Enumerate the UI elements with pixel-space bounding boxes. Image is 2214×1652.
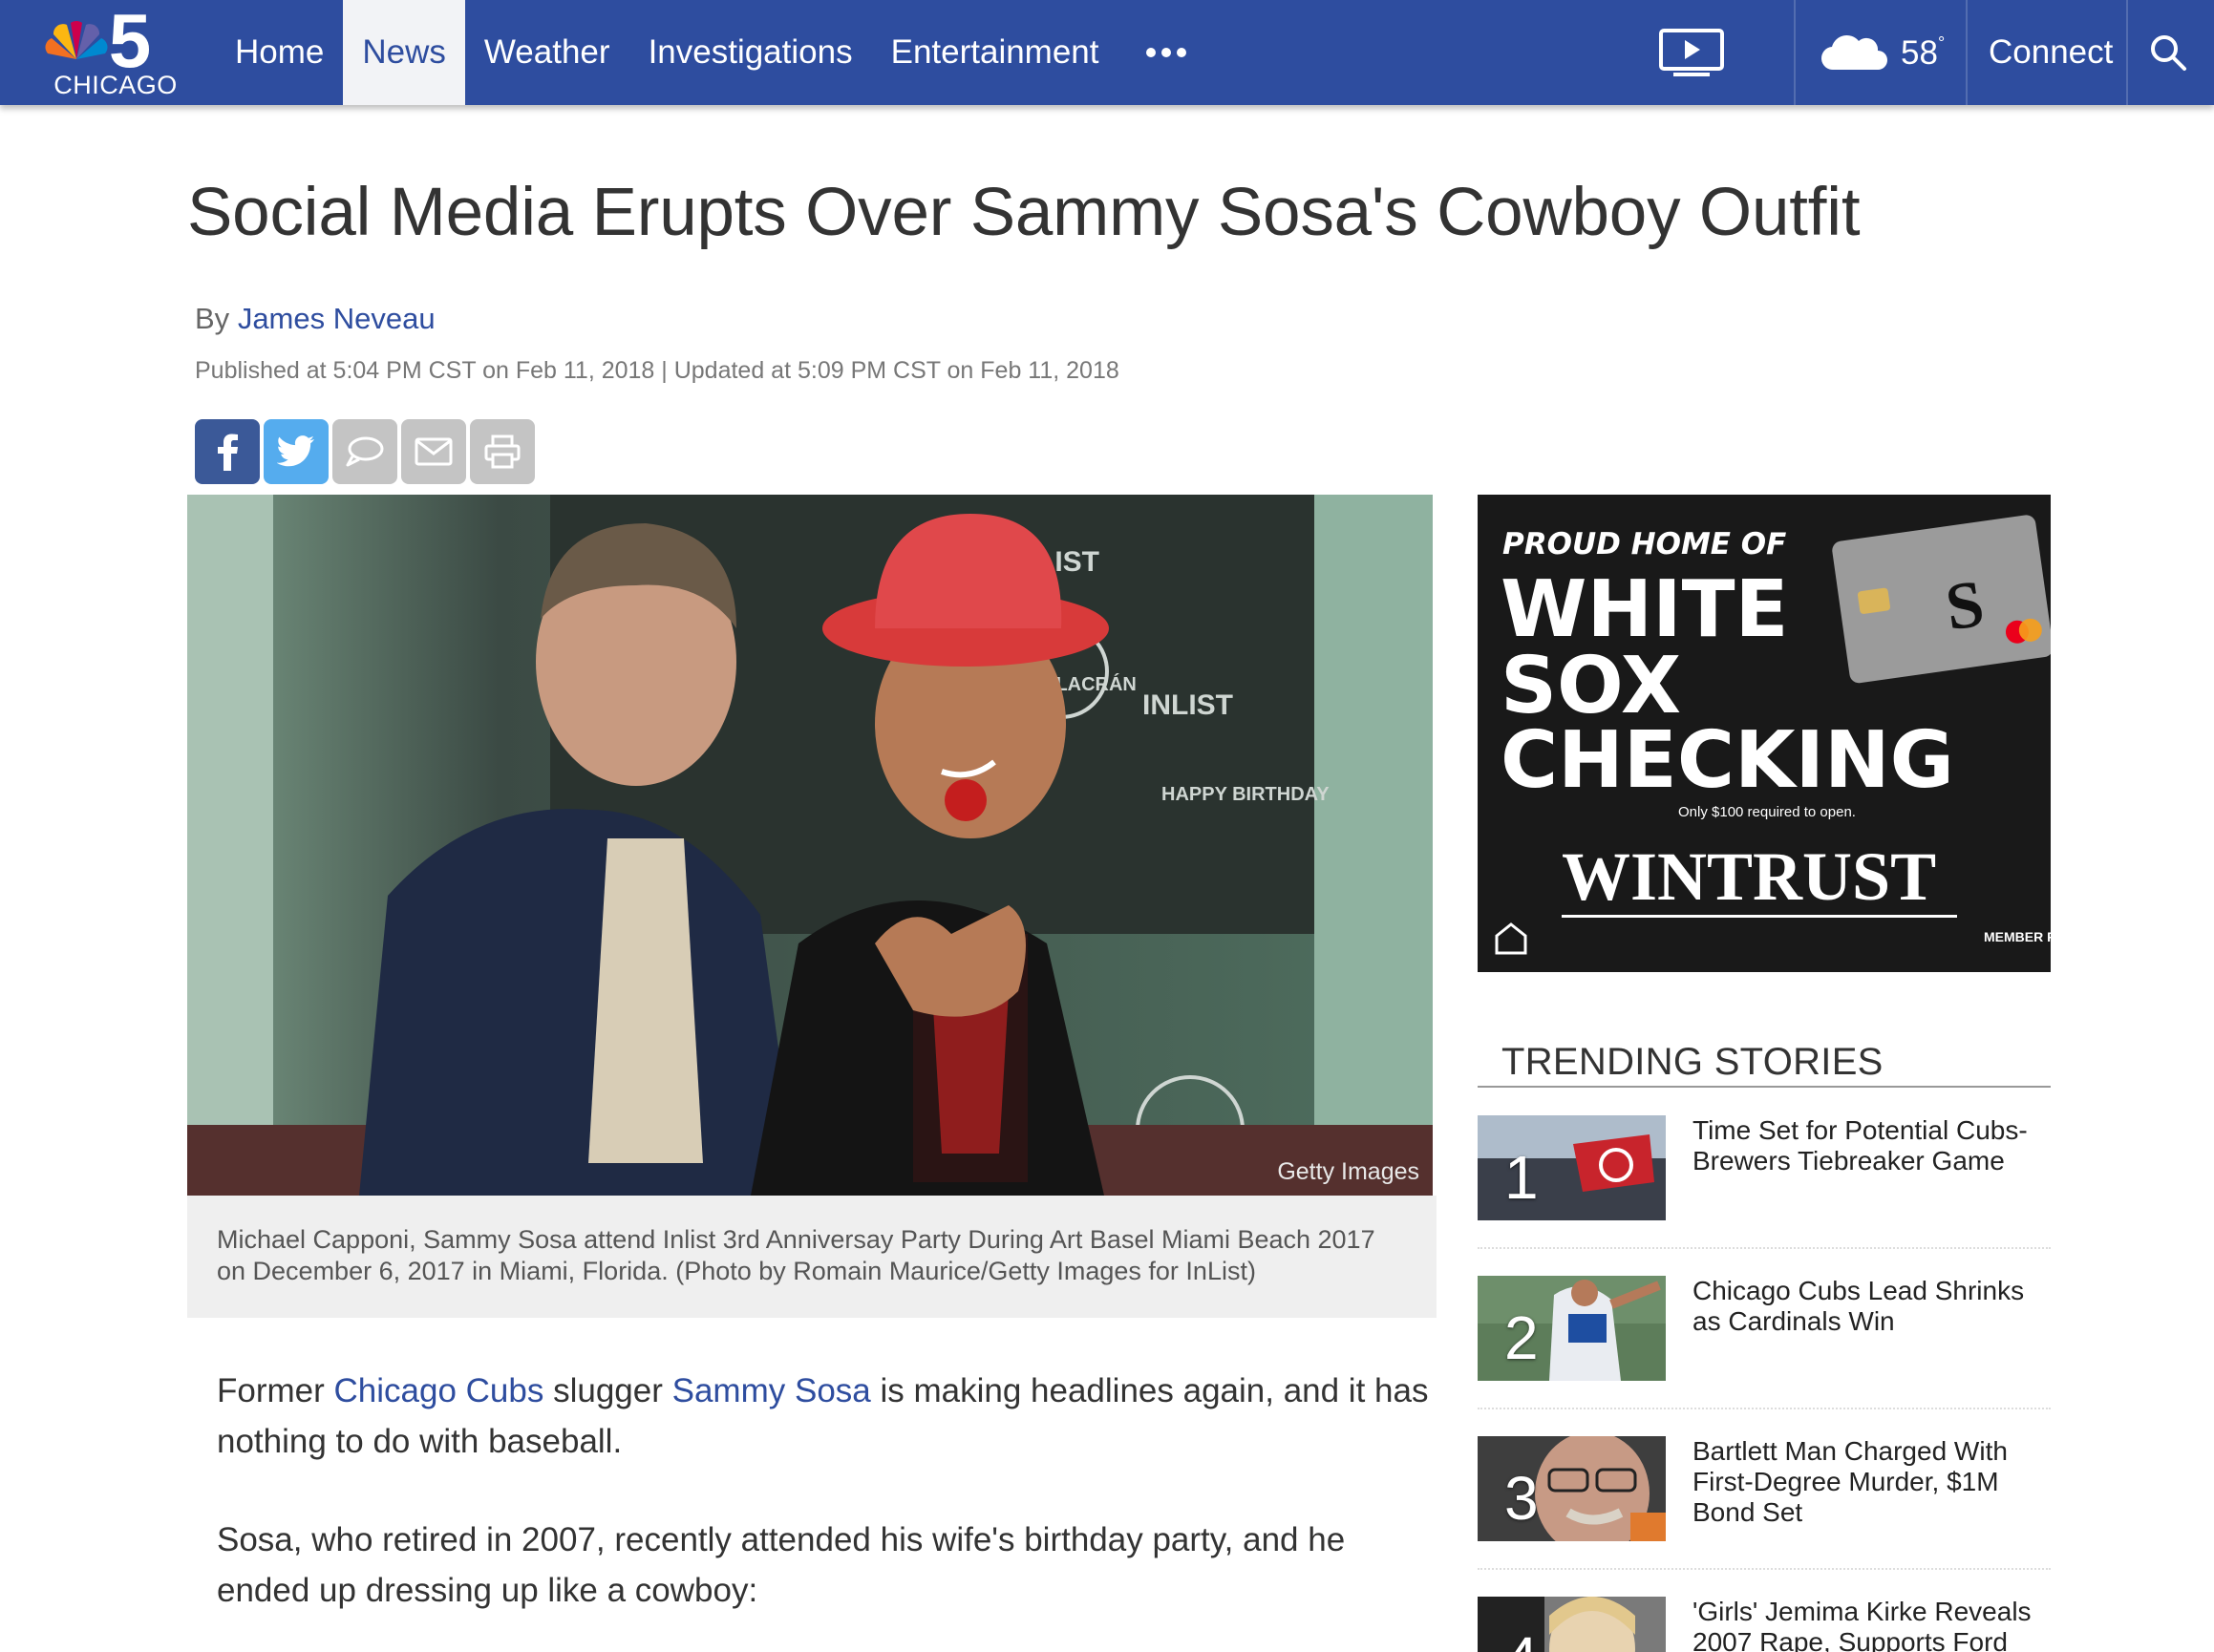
story-rank: 2 bbox=[1504, 1303, 1539, 1372]
svg-text:WINTRUST: WINTRUST bbox=[1562, 838, 1936, 915]
story-thumbnail: 1 bbox=[1478, 1115, 1666, 1220]
story-thumbnail: 2 bbox=[1478, 1276, 1666, 1381]
trending-separator bbox=[1478, 1568, 2051, 1570]
share-facebook-button[interactable] bbox=[195, 419, 260, 484]
weather-temperature: 58° bbox=[1901, 32, 1946, 72]
author-link[interactable]: James Neveau bbox=[238, 302, 436, 335]
photo-illustration: INLIST INLIST ALACRÁN HAPPY BIRTHDAY bbox=[187, 495, 1433, 1196]
email-icon bbox=[415, 437, 453, 466]
twitter-icon bbox=[277, 435, 314, 467]
story-title: Bartlett Man Charged With First-Degree M… bbox=[1692, 1436, 2008, 1527]
video-button[interactable] bbox=[1658, 0, 1725, 105]
facebook-icon bbox=[218, 434, 238, 471]
svg-text:INLIST: INLIST bbox=[1142, 689, 1233, 721]
nav-divider bbox=[1966, 0, 1968, 105]
story-thumbnail: 3 bbox=[1478, 1436, 1666, 1541]
nbc5-chicago-logo[interactable]: 5 CHICAGO bbox=[42, 0, 185, 99]
svg-text:CHECKING: CHECKING bbox=[1501, 715, 1954, 806]
svg-text:HAPPY BIRTHDAY: HAPPY BIRTHDAY bbox=[1161, 784, 1330, 805]
paragraph-text: Former bbox=[217, 1372, 325, 1409]
trending-separator bbox=[1478, 1247, 2051, 1249]
print-icon bbox=[484, 434, 521, 469]
svg-text:PROUD HOME OF: PROUD HOME OF bbox=[1502, 527, 1786, 561]
article-photo[interactable]: INLIST INLIST ALACRÁN HAPPY BIRTHDAY Get… bbox=[187, 495, 1433, 1196]
svg-text:Only $100 required to open.: Only $100 required to open. bbox=[1678, 804, 1856, 820]
publish-timestamp: Published at 5:04 PM CST on Feb 11, 2018… bbox=[195, 357, 1119, 384]
photo-caption: Michael Capponi, Sammy Sosa attend Inlis… bbox=[217, 1225, 1375, 1285]
search-icon bbox=[2151, 35, 2186, 71]
nav-weather[interactable]: Weather bbox=[465, 0, 629, 105]
story-title: 'Girls' Jemima Kirke Reveals 2007 Rape, … bbox=[1692, 1597, 2032, 1652]
story-thumbnail: 4 bbox=[1478, 1597, 1666, 1652]
top-navigation: 5 CHICAGO Home News Weather Investigatio… bbox=[0, 0, 2214, 105]
share-twitter-button[interactable] bbox=[264, 419, 329, 484]
article-paragraph: Former Chicago Cubs slugger Sammy Sosa i… bbox=[217, 1366, 1430, 1467]
share-email-button[interactable] bbox=[401, 419, 466, 484]
nav-home[interactable]: Home bbox=[216, 0, 343, 105]
trending-story-1[interactable]: 1 Time Set for Potential Cubs-Brewers Ti… bbox=[1478, 1115, 2051, 1220]
story-rank: 4 bbox=[1504, 1623, 1539, 1652]
share-comment-button[interactable] bbox=[332, 419, 397, 484]
chicago-cubs-link[interactable]: Chicago Cubs bbox=[334, 1372, 544, 1409]
svg-text:MEMBER FDIC: MEMBER FDIC bbox=[1984, 929, 2051, 944]
trending-story-3[interactable]: 3 Bartlett Man Charged With First-Degree… bbox=[1478, 1436, 2051, 1541]
nav-news[interactable]: News bbox=[343, 0, 465, 105]
connect-label: Connect bbox=[1989, 33, 2114, 71]
story-rank: 3 bbox=[1504, 1464, 1539, 1533]
search-button[interactable] bbox=[2149, 0, 2187, 105]
nav-investigations[interactable]: Investigations bbox=[629, 0, 872, 105]
video-play-icon bbox=[1659, 29, 1724, 76]
story-title: Time Set for Potential Cubs-Brewers Tieb… bbox=[1692, 1115, 2028, 1175]
cloud-weather-icon bbox=[1820, 34, 1887, 71]
article-headline: Social Media Erupts Over Sammy Sosa's Co… bbox=[187, 175, 1861, 250]
trending-separator bbox=[1478, 1408, 2051, 1409]
story-title: Chicago Cubs Lead Shrinks as Cardinals W… bbox=[1692, 1276, 2025, 1336]
trending-divider bbox=[1478, 1086, 2051, 1088]
logo-city-label: CHICAGO bbox=[53, 71, 178, 99]
trending-stories-heading: TRENDING STORIES bbox=[1501, 1041, 1884, 1083]
main-menu: Home News Weather Investigations Enterta… bbox=[216, 0, 1214, 105]
byline-prefix: By bbox=[195, 302, 230, 335]
sammy-sosa-link[interactable]: Sammy Sosa bbox=[672, 1372, 871, 1409]
nav-divider bbox=[1794, 0, 1796, 105]
photo-caption-box: Michael Capponi, Sammy Sosa attend Inlis… bbox=[187, 1196, 1437, 1318]
byline: By James Neveau bbox=[195, 302, 436, 336]
trending-story-4[interactable]: 4 'Girls' Jemima Kirke Reveals 2007 Rape… bbox=[1478, 1597, 2051, 1652]
more-menu-icon[interactable] bbox=[1118, 0, 1214, 105]
print-button[interactable] bbox=[470, 419, 535, 484]
nav-entertainment[interactable]: Entertainment bbox=[872, 0, 1118, 105]
photo-credit: Getty Images bbox=[1277, 1158, 1419, 1185]
ad-artwork: PROUD HOME OF WHITE SOX CHECKING Only $1… bbox=[1478, 495, 2051, 972]
connect-link[interactable]: Connect bbox=[1989, 0, 2113, 105]
wintrust-advertisement[interactable]: PROUD HOME OF WHITE SOX CHECKING Only $1… bbox=[1478, 495, 2051, 972]
article-paragraph: Sosa, who retired in 2007, recently atte… bbox=[217, 1521, 1346, 1609]
story-rank: 1 bbox=[1504, 1143, 1539, 1212]
weather-widget[interactable]: 58° bbox=[1820, 0, 1945, 105]
comment-icon bbox=[346, 436, 384, 467]
nav-divider bbox=[2126, 0, 2128, 105]
trending-story-2[interactable]: 2 Chicago Cubs Lead Shrinks as Cardinals… bbox=[1478, 1276, 2051, 1381]
paragraph-text: slugger bbox=[553, 1372, 663, 1409]
